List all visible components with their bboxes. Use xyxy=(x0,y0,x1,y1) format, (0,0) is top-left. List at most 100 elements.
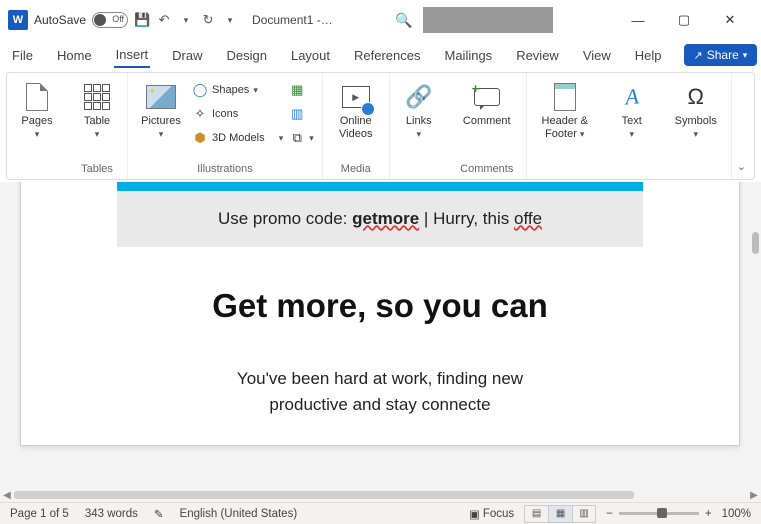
maximize-button[interactable]: ▢ xyxy=(661,5,707,35)
screenshot-button[interactable]: ⧉▾ xyxy=(289,127,314,149)
screenshot-icon: ⧉ xyxy=(289,130,305,146)
shapes-button[interactable]: ◯Shapes ▾ xyxy=(192,79,283,101)
word-count[interactable]: 343 words xyxy=(85,508,138,520)
search-icon[interactable]: 🔍 xyxy=(395,12,412,29)
chart-button[interactable]: ▥ xyxy=(289,103,314,125)
tab-design[interactable]: Design xyxy=(225,44,269,67)
smartart-icon: ▦ xyxy=(289,82,305,98)
promo-banner: Use promo code: getmore | Hurry, this of… xyxy=(117,191,643,247)
doc-headline: Get more, so you can xyxy=(117,287,643,325)
vertical-scroll-thumb[interactable] xyxy=(752,232,759,254)
chart-icon: ▥ xyxy=(289,106,305,122)
3d-models-button[interactable]: ⬢3D Models ▾ xyxy=(192,127,283,149)
promo-code: getmore xyxy=(352,209,419,228)
focus-mode-button[interactable]: ▣Focus xyxy=(469,507,514,521)
3d-models-icon: ⬢ xyxy=(192,130,208,146)
comment-icon xyxy=(474,88,500,106)
qat-customize[interactable]: ▾ xyxy=(222,12,238,28)
scroll-right-icon[interactable]: ▶ xyxy=(747,490,761,501)
tab-help[interactable]: Help xyxy=(633,44,664,67)
undo-icon[interactable]: ↶ xyxy=(156,12,172,28)
redo-icon[interactable]: ↻ xyxy=(200,12,216,28)
collapse-ribbon-icon[interactable]: ⌄ xyxy=(737,160,746,173)
autosave-label: AutoSave xyxy=(34,13,86,27)
pages-button[interactable]: Pages▾ xyxy=(15,77,59,141)
zoom-out-button[interactable]: − xyxy=(606,508,613,520)
ribbon-insert: Pages▾ Table▾ Tables Pictures▾ ◯Shapes ▾… xyxy=(6,72,755,180)
zoom-percent[interactable]: 100% xyxy=(722,508,751,520)
links-button[interactable]: 🔗 Links▾ xyxy=(398,77,440,141)
status-bar: Page 1 of 5 343 words ✎ English (United … xyxy=(0,502,761,524)
icons-button[interactable]: ✧Icons xyxy=(192,103,283,125)
banner-bar xyxy=(117,182,643,191)
minimize-button[interactable]: — xyxy=(615,5,661,35)
tab-mailings[interactable]: Mailings xyxy=(443,44,495,67)
spellcheck-icon[interactable]: ✎ xyxy=(154,507,164,521)
horizontal-scrollbar[interactable]: ◀ ▶ xyxy=(0,488,761,502)
group-label-media: Media xyxy=(341,161,371,177)
group-header-footer: Header &Footer ▾ xyxy=(527,73,603,179)
header-footer-button[interactable]: Header &Footer ▾ xyxy=(535,77,595,141)
group-symbols: Ω Symbols▾ xyxy=(661,73,732,179)
text-icon: A xyxy=(614,80,649,115)
pictures-button[interactable]: Pictures▾ xyxy=(136,77,186,141)
tab-references[interactable]: References xyxy=(352,44,422,67)
tab-view[interactable]: View xyxy=(581,44,613,67)
page-icon xyxy=(26,83,48,111)
document-canvas[interactable]: Use promo code: getmore | Hurry, this of… xyxy=(0,182,761,496)
smartart-button[interactable]: ▦ xyxy=(289,79,314,101)
tab-layout[interactable]: Layout xyxy=(289,44,332,67)
group-links: 🔗 Links▾ xyxy=(390,73,448,179)
group-media: OnlineVideos Media xyxy=(323,73,390,179)
scroll-left-icon[interactable]: ◀ xyxy=(0,490,14,501)
zoom-slider[interactable]: − + xyxy=(606,508,711,520)
group-label-illustrations: Illustrations xyxy=(197,161,253,177)
header-footer-icon xyxy=(554,83,576,111)
share-icon: ↗ xyxy=(694,49,703,62)
save-icon[interactable]: 💾 xyxy=(134,12,150,28)
tab-draw[interactable]: Draw xyxy=(170,44,204,67)
icons-icon: ✧ xyxy=(192,106,208,122)
zoom-in-button[interactable]: + xyxy=(705,508,712,520)
link-icon: 🔗 xyxy=(403,81,435,113)
view-mode-buttons: ▤ ▦ ▥ xyxy=(524,505,596,523)
focus-icon: ▣ xyxy=(469,507,480,521)
group-illustrations: Pictures▾ ◯Shapes ▾ ✧Icons ⬢3D Models ▾ … xyxy=(128,73,323,179)
zoom-knob[interactable] xyxy=(657,508,667,518)
group-comments: Comment Comments xyxy=(448,73,527,179)
ribbon-tabs: File Home Insert Draw Design Layout Refe… xyxy=(0,40,761,70)
group-pages: Pages▾ xyxy=(7,73,67,179)
document-title: Document1 -… xyxy=(252,13,333,27)
tab-insert[interactable]: Insert xyxy=(114,43,151,68)
language-indicator[interactable]: English (United States) xyxy=(180,508,298,520)
doc-body-line-2: productive and stay connecte xyxy=(117,395,643,415)
undo-dropdown[interactable]: ▾ xyxy=(178,12,194,28)
table-button[interactable]: Table▾ xyxy=(75,77,119,141)
text-button[interactable]: A Text▾ xyxy=(611,77,653,141)
omega-icon: Ω xyxy=(680,81,712,113)
tab-home[interactable]: Home xyxy=(55,44,94,67)
symbols-button[interactable]: Ω Symbols▾ xyxy=(669,77,723,141)
tab-review[interactable]: Review xyxy=(514,44,561,67)
close-button[interactable]: ✕ xyxy=(707,5,753,35)
chevron-down-icon: ▾ xyxy=(743,50,748,61)
comment-button[interactable]: Comment xyxy=(456,77,518,128)
read-mode-button[interactable]: ▤ xyxy=(524,505,548,523)
share-label: Share xyxy=(707,48,739,62)
account-area[interactable] xyxy=(423,7,553,33)
group-text: A Text▾ xyxy=(603,73,661,179)
group-label-tables: Tables xyxy=(81,161,113,177)
pictures-icon xyxy=(146,85,176,109)
horizontal-scroll-thumb[interactable] xyxy=(14,491,634,499)
online-videos-button[interactable]: OnlineVideos xyxy=(331,77,381,141)
share-button[interactable]: ↗ Share ▾ xyxy=(684,44,758,66)
autosave-toggle[interactable]: Off xyxy=(92,12,128,28)
print-layout-button[interactable]: ▦ xyxy=(548,505,572,523)
table-icon xyxy=(84,84,110,110)
title-bar: W AutoSave Off 💾 ↶ ▾ ↻ ▾ Document1 -… 🔍 … xyxy=(0,0,761,40)
shapes-icon: ◯ xyxy=(192,82,208,98)
tab-file[interactable]: File xyxy=(10,44,35,67)
doc-body-line-1: You've been hard at work, finding new xyxy=(117,369,643,389)
web-layout-button[interactable]: ▥ xyxy=(572,505,596,523)
page-indicator[interactable]: Page 1 of 5 xyxy=(10,508,69,520)
